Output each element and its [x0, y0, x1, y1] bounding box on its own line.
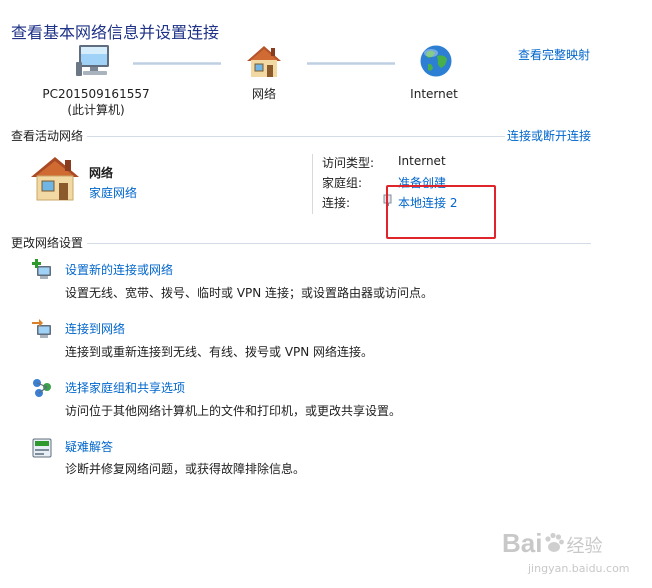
connect-to-network-desc: 连接到或重新连接到无线、有线、拨号或 VPN 网络连接。 — [65, 345, 374, 359]
house-icon[interactable] — [246, 45, 282, 79]
watermark-brand: Bai — [502, 528, 543, 558]
map-line-computer-network — [133, 62, 221, 65]
connect-network-icon[interactable] — [31, 318, 53, 340]
change-settings-divider — [11, 243, 591, 244]
connection-label: 连接: — [322, 196, 351, 210]
connect-to-network-link[interactable]: 连接到网络 — [65, 320, 125, 337]
homegroup-icon[interactable] — [31, 377, 53, 399]
network-name: 网络 — [89, 166, 114, 180]
view-full-map-link[interactable]: 查看完整映射 — [518, 46, 590, 63]
active-networks-heading: 查看活动网络 — [11, 127, 88, 144]
map-line-network-internet — [307, 62, 395, 65]
globe-icon[interactable] — [419, 44, 453, 78]
computer-sub-label: (此计算机) — [67, 103, 125, 117]
homegroup-sharing-desc: 访问位于其他网络计算机上的文件和打印机，或更改共享设置。 — [65, 404, 402, 418]
setup-connection-desc: 设置无线、宽带、拨号、临时或 VPN 连接；或设置路由器或访问点。 — [65, 286, 434, 300]
internet-label: Internet — [410, 87, 458, 101]
vertical-divider — [312, 154, 313, 214]
homegroup-label: 家庭组: — [322, 176, 363, 190]
page-title: 查看基本网络信息并设置连接 — [11, 23, 220, 42]
paw-icon — [542, 531, 566, 555]
watermark-url: jingyan.baidu.com — [528, 562, 630, 575]
home-network-icon — [30, 156, 80, 202]
troubleshoot-link[interactable]: 疑难解答 — [65, 438, 113, 455]
highlight-box — [386, 185, 496, 239]
access-type-label: 访问类型: — [322, 156, 375, 170]
network-type-link[interactable]: 家庭网络 — [89, 184, 137, 201]
troubleshoot-desc: 诊断并修复网络问题，或获得故障排除信息。 — [65, 462, 306, 476]
change-settings-heading: 更改网络设置 — [11, 234, 88, 251]
access-type-value: Internet — [398, 154, 446, 168]
watermark-brand-tail: 经验 — [566, 536, 603, 556]
computer-name: PC201509161557 — [42, 87, 150, 101]
network-label: 网络 — [251, 87, 276, 101]
new-connection-icon[interactable] — [31, 259, 53, 281]
baidu-watermark: Bai 经验 — [502, 528, 602, 559]
setup-connection-link[interactable]: 设置新的连接或网络 — [65, 261, 173, 278]
troubleshoot-icon[interactable] — [31, 437, 53, 459]
computer-icon[interactable] — [76, 44, 112, 78]
homegroup-sharing-link[interactable]: 选择家庭组和共享选项 — [65, 379, 185, 396]
connect-disconnect-link[interactable]: 连接或断开连接 — [507, 127, 591, 144]
